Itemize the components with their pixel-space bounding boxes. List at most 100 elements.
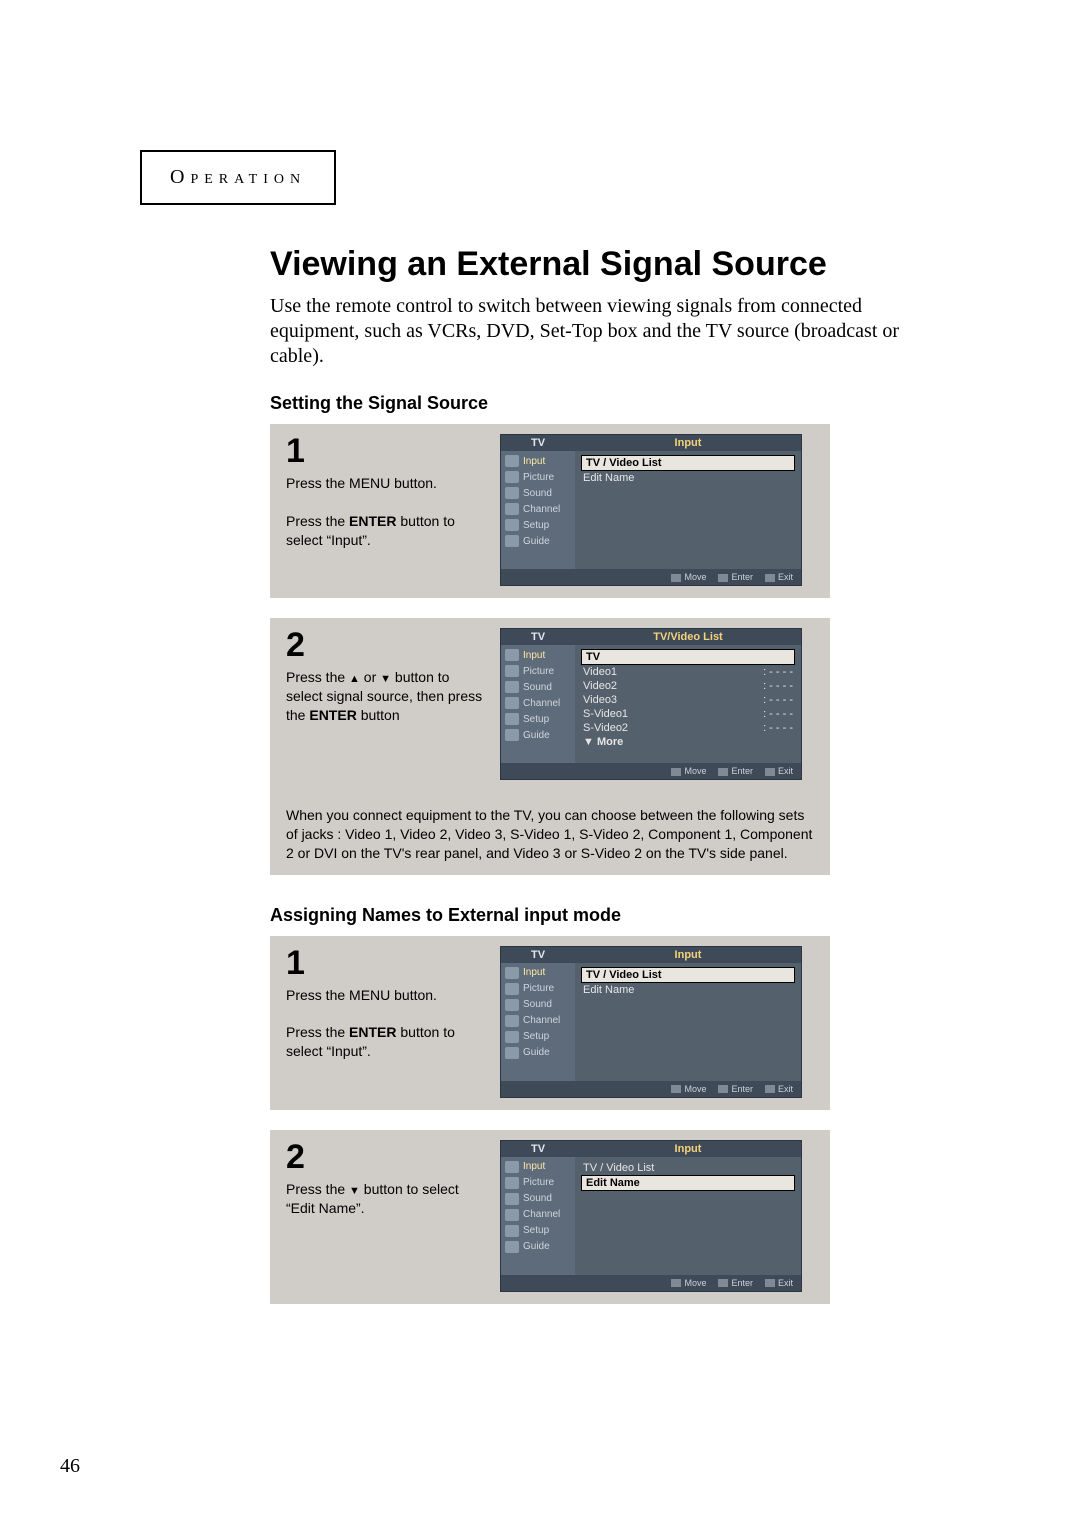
osd-main-panel: TV / Video List Edit Name [575,1157,801,1275]
step-b2: 2 Press the button to select “Edit Name”… [270,1130,830,1304]
step-text: 2 Press the button to select “Edit Name”… [286,1140,486,1292]
osd-menu-input: TV Input Input Picture Sound Channel Set… [500,946,802,1098]
sidebar-item-channel: Channel [501,1013,575,1029]
sidebar-item-sound: Sound [501,679,575,695]
down-arrow-icon [349,1181,360,1197]
osd-sidebar: Input Picture Sound Channel Setup Guide [501,963,575,1081]
sidebar-item-channel: Channel [501,695,575,711]
guide-icon [505,729,519,741]
sound-icon [505,681,519,693]
channel-icon [505,503,519,515]
input-icon [505,455,519,467]
osd-sidebar: Input Picture Sound Channel Setup Guide [501,645,575,763]
step-a1: 1 Press the MENU button. Press the ENTER… [270,424,830,598]
sidebar-item-guide: Guide [501,727,575,743]
sidebar-item-input: Input [501,1159,575,1175]
sidebar-item-guide: Guide [501,533,575,549]
osd-row-selected: TV / Video List [581,455,795,471]
osd-footer: Move Enter Exit [501,1275,801,1291]
foot-exit: Exit [765,1084,793,1094]
osd-main-panel: TV Video1: - - - - Video2: - - - - Video… [575,645,801,763]
instruction-line: Press the or button to select signal sou… [286,668,486,725]
sidebar-item-input: Input [501,453,575,469]
foot-move: Move [671,766,706,776]
foot-exit: Exit [765,572,793,582]
sidebar-item-setup: Setup [501,517,575,533]
picture-icon [505,1177,519,1189]
manual-page: Operation Viewing an External Signal Sou… [0,0,1080,1528]
osd-menu-editname: TV Input Input Picture Sound Channel Set… [500,1140,802,1292]
osd-sidebar: Input Picture Sound Channel Setup Guide [501,1157,575,1275]
intro-text: Use the remote control to switch between… [140,294,940,369]
step-text: 1 Press the MENU button. Press the ENTER… [286,434,486,586]
foot-move: Move [671,572,706,582]
sidebar-item-picture: Picture [501,469,575,485]
osd-footer: Move Enter Exit [501,763,801,779]
foot-move: Move [671,1084,706,1094]
guide-icon [505,535,519,547]
osd-title: Input [575,947,801,963]
step-number: 1 [286,946,486,980]
foot-enter: Enter [718,1084,753,1094]
osd-title: Input [575,435,801,451]
picture-icon [505,471,519,483]
sidebar-item-setup: Setup [501,1223,575,1239]
osd-title: TV/Video List [575,629,801,645]
osd-row: Video2: - - - - [581,679,795,693]
setup-icon [505,713,519,725]
setup-icon [505,1031,519,1043]
osd-title: Input [575,1141,801,1157]
picture-icon [505,665,519,677]
osd-footer: Move Enter Exit [501,1081,801,1097]
osd-tv-label: TV [501,1141,575,1157]
channel-icon [505,697,519,709]
sidebar-item-picture: Picture [501,981,575,997]
sidebar-item-setup: Setup [501,711,575,727]
input-icon [505,967,519,979]
sidebar-item-guide: Guide [501,1045,575,1061]
sidebar-item-sound: Sound [501,485,575,501]
osd-menu-videolist: TV TV/Video List Input Picture Sound Cha… [500,628,802,780]
osd-row: TV / Video List [581,1161,795,1175]
step-a2: 2 Press the or button to select signal s… [270,618,830,875]
sound-icon [505,487,519,499]
guide-icon [505,1241,519,1253]
sidebar-item-input: Input [501,965,575,981]
instruction-line: Press the ENTER button to select “Input”… [286,512,486,550]
step-text: 1 Press the MENU button. Press the ENTER… [286,946,486,1098]
sidebar-item-input: Input [501,647,575,663]
osd-footer: Move Enter Exit [501,569,801,585]
sidebar-item-sound: Sound [501,997,575,1013]
down-arrow-icon [380,669,391,685]
step-number: 2 [286,1140,486,1174]
channel-icon [505,1209,519,1221]
osd-main-panel: TV / Video List Edit Name [575,963,801,1081]
osd-row: Edit Name [581,471,795,485]
setup-icon [505,519,519,531]
osd-row-selected: TV / Video List [581,967,795,983]
instruction-line: Press the MENU button. [286,986,486,1005]
section-label: Operation [140,150,336,205]
osd-row: S-Video2: - - - - [581,721,795,735]
sound-icon [505,1193,519,1205]
osd-sidebar: Input Picture Sound Channel Setup Guide [501,451,575,569]
osd-menu-input: TV Input Input Picture Sound Channel Set… [500,434,802,586]
sidebar-item-guide: Guide [501,1239,575,1255]
channel-icon [505,1015,519,1027]
osd-row: Video3: - - - - [581,693,795,707]
foot-move: Move [671,1278,706,1288]
subheading-setting: Setting the Signal Source [140,393,940,414]
osd-tv-label: TV [501,435,575,451]
step-number: 2 [286,628,486,662]
sound-icon [505,999,519,1011]
sidebar-item-picture: Picture [501,663,575,679]
foot-enter: Enter [718,572,753,582]
sidebar-item-channel: Channel [501,501,575,517]
osd-row-selected: Edit Name [581,1175,795,1191]
foot-exit: Exit [765,766,793,776]
foot-enter: Enter [718,1278,753,1288]
osd-row: S-Video1: - - - - [581,707,795,721]
sidebar-item-picture: Picture [501,1175,575,1191]
osd-more: ▼ More [581,735,795,749]
step-number: 1 [286,434,486,468]
